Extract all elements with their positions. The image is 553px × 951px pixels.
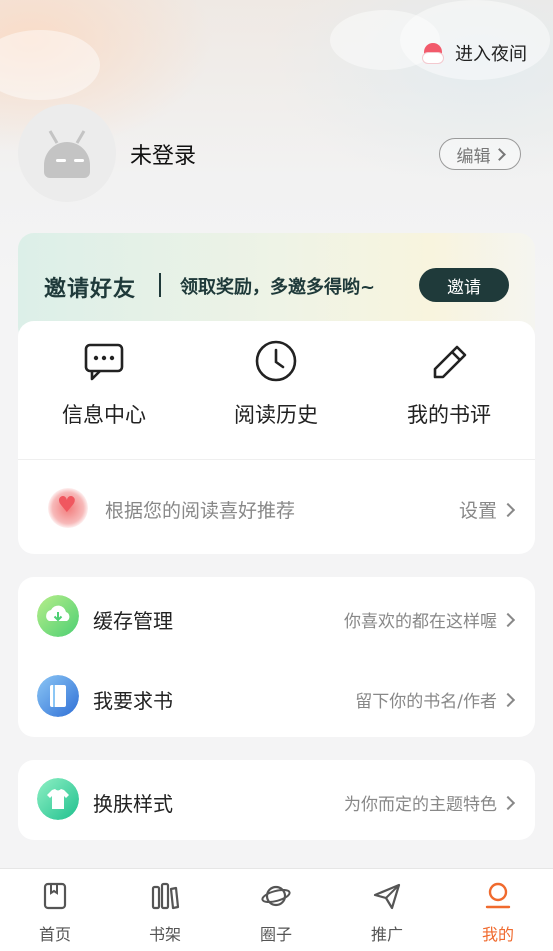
book-icon bbox=[37, 675, 79, 717]
edit-profile-button[interactable]: 编辑 bbox=[439, 138, 521, 170]
invite-subtitle: 领取奖励，多邀多得哟~ bbox=[180, 277, 376, 298]
heart-icon bbox=[48, 488, 88, 528]
pencil-icon bbox=[433, 345, 467, 379]
android-robot-icon-eye bbox=[56, 159, 66, 162]
tab-label: 书架 bbox=[148, 925, 181, 944]
chevron-right-icon bbox=[500, 502, 516, 517]
settings-list-card: 缓存管理 你喜欢的都在这样喔 我要求书 留下你的书名/作者 bbox=[18, 577, 535, 737]
message-center-button[interactable]: 信息中心 bbox=[18, 321, 190, 459]
username[interactable]: 未登录 bbox=[130, 138, 196, 170]
android-robot-icon-eye bbox=[74, 159, 84, 162]
tab-bookshelf[interactable]: 书架 bbox=[110, 869, 220, 951]
chevron-right-icon bbox=[500, 612, 516, 627]
chevron-right-icon bbox=[500, 692, 516, 707]
tab-label: 推广 bbox=[370, 925, 403, 944]
reading-history-button[interactable]: 阅读历史 bbox=[190, 321, 362, 459]
list-item-cache-management[interactable]: 缓存管理 你喜欢的都在这样喔 bbox=[18, 577, 535, 657]
list-item-label: 我要求书 bbox=[93, 689, 173, 713]
bottom-tab-bar: 首页 书架 圈子 推广 我的 bbox=[0, 868, 553, 951]
settings-label: 设置 bbox=[458, 500, 497, 522]
chevron-right-icon bbox=[500, 795, 516, 810]
quick-actions-card: 信息中心 阅读历史 我的书评 根据您的阅读喜好推荐 设置 bbox=[18, 321, 535, 554]
invite-title: 邀请好友 bbox=[44, 277, 137, 302]
skin-card: 换肤样式 为你而定的主题特色 bbox=[18, 760, 535, 840]
tab-label: 圈子 bbox=[259, 925, 292, 944]
bookshelf-icon bbox=[151, 882, 180, 910]
tab-mine[interactable]: 我的 bbox=[443, 869, 553, 951]
message-icon bbox=[84, 343, 124, 381]
weather-cloud-sun-icon bbox=[421, 41, 445, 65]
android-robot-icon bbox=[48, 130, 59, 144]
recommendation-settings-link[interactable]: 设置 bbox=[458, 496, 516, 523]
invite-button[interactable]: 邀请 bbox=[419, 268, 509, 302]
tab-label: 我的 bbox=[481, 925, 514, 944]
list-item-skin-style[interactable]: 换肤样式 为你而定的主题特色 bbox=[18, 760, 535, 840]
hint-text: 为你而定的主题特色 bbox=[344, 795, 497, 815]
clock-icon bbox=[255, 340, 297, 382]
night-mode-toggle[interactable]: 进入夜间 bbox=[421, 40, 527, 66]
cloud-download-icon bbox=[37, 595, 79, 637]
tab-promote[interactable]: 推广 bbox=[332, 869, 442, 951]
list-item-label: 缓存管理 bbox=[93, 609, 173, 633]
hint-text: 你喜欢的都在这样喔 bbox=[344, 612, 497, 632]
tab-label: 首页 bbox=[38, 925, 71, 944]
android-robot-icon-antenna bbox=[75, 130, 86, 144]
list-item-hint: 留下你的书名/作者 bbox=[355, 687, 516, 712]
list-item-label: 换肤样式 bbox=[93, 792, 173, 816]
tab-circle[interactable]: 圈子 bbox=[221, 869, 331, 951]
list-item-hint: 你喜欢的都在这样喔 bbox=[344, 607, 516, 632]
avatar[interactable] bbox=[18, 104, 116, 202]
home-book-icon bbox=[43, 882, 67, 910]
decorative-cloud bbox=[0, 30, 100, 100]
recommendation-text: 根据您的阅读喜好推荐 bbox=[105, 500, 296, 522]
planet-icon bbox=[261, 885, 291, 907]
recommendation-row[interactable]: 根据您的阅读喜好推荐 设置 bbox=[18, 460, 535, 554]
quick-action-label: 我的书评 bbox=[407, 403, 491, 427]
hint-text: 留下你的书名/作者 bbox=[355, 692, 497, 712]
list-item-hint: 为你而定的主题特色 bbox=[344, 790, 516, 815]
night-mode-label: 进入夜间 bbox=[455, 44, 527, 65]
tshirt-icon bbox=[37, 778, 79, 820]
tab-home[interactable]: 首页 bbox=[0, 869, 110, 951]
paper-plane-icon bbox=[373, 883, 401, 910]
chevron-right-icon bbox=[492, 147, 506, 161]
my-reviews-button[interactable]: 我的书评 bbox=[363, 321, 535, 459]
list-item-request-book[interactable]: 我要求书 留下你的书名/作者 bbox=[18, 657, 535, 737]
user-icon bbox=[485, 882, 511, 909]
edit-label: 编辑 bbox=[456, 146, 491, 167]
quick-action-label: 信息中心 bbox=[62, 403, 146, 427]
divider bbox=[159, 273, 161, 297]
quick-action-label: 阅读历史 bbox=[234, 403, 318, 427]
